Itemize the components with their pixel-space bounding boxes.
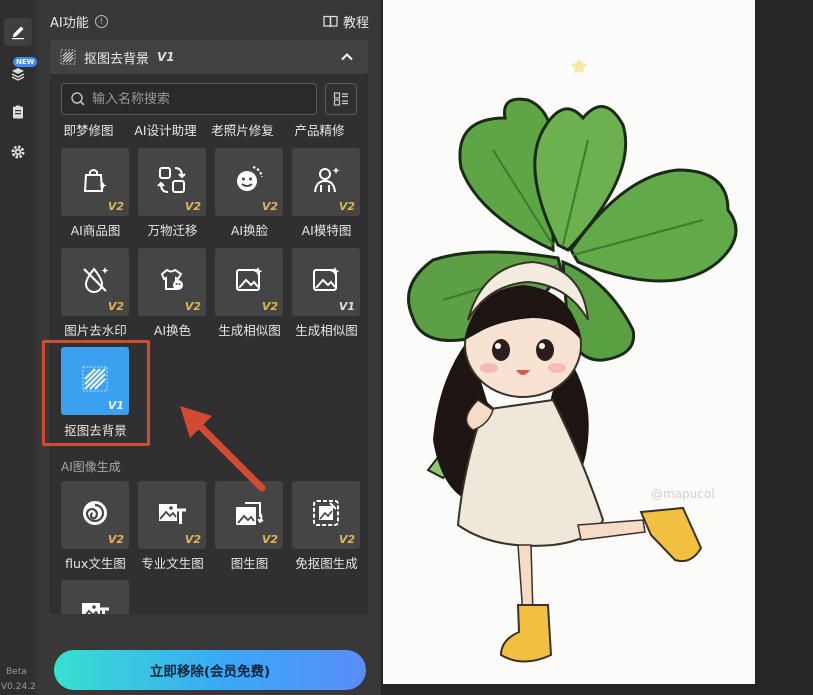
version-tag: V2 bbox=[184, 300, 201, 313]
chevron-up-icon[interactable] bbox=[340, 50, 354, 64]
tool-no-cutout-generation[interactable]: V2 bbox=[292, 481, 360, 549]
tutorial-label: 教程 bbox=[342, 16, 369, 31]
stripes-icon bbox=[60, 49, 76, 65]
tool-recolor[interactable]: V2 bbox=[138, 248, 206, 316]
version-tag: V1 bbox=[338, 300, 355, 313]
highlight-box bbox=[42, 340, 150, 446]
tool-label[interactable]: 图生图 bbox=[211, 553, 288, 572]
version-tag: V2 bbox=[261, 300, 278, 313]
gear-icon bbox=[11, 145, 25, 159]
search-input[interactable] bbox=[92, 91, 312, 107]
canvas-margin bbox=[756, 0, 813, 695]
panel-title: AI功能 bbox=[50, 16, 89, 31]
pencil-icon bbox=[12, 26, 24, 40]
version-tag: V2 bbox=[338, 200, 355, 213]
tool-label[interactable]: 生成相似图 bbox=[211, 320, 288, 339]
tool-pro-text-to-image[interactable]: V2 bbox=[138, 481, 206, 549]
tool-flux-text-to-image[interactable]: V2 bbox=[61, 481, 129, 549]
section-header-cutout[interactable]: 抠图去背景 V1 bbox=[50, 40, 368, 74]
search-icon bbox=[71, 92, 85, 106]
version-tag: V2 bbox=[338, 533, 355, 546]
tool-label[interactable]: 专业文生图 bbox=[134, 553, 211, 572]
tool-label[interactable]: AI设计助理 bbox=[127, 120, 204, 139]
version-label: V0.24.2 bbox=[1, 682, 36, 692]
recolor-icon bbox=[160, 268, 183, 290]
tool-label[interactable]: 万物迁移 bbox=[134, 220, 211, 239]
version-tag: V2 bbox=[261, 533, 278, 546]
section-title: 抠图去背景 bbox=[84, 51, 150, 67]
list-grid-icon bbox=[333, 92, 348, 106]
clover-girl-illustration bbox=[407, 58, 738, 663]
no-cutout-icon bbox=[313, 500, 339, 526]
tool-label[interactable]: 即梦修图 bbox=[50, 120, 127, 139]
tool-label[interactable]: AI模特图 bbox=[288, 220, 365, 239]
tool-label[interactable]: 产品精修 bbox=[281, 120, 358, 139]
list-view-button[interactable] bbox=[325, 83, 357, 115]
swirl-icon bbox=[83, 501, 107, 525]
canvas-image[interactable]: @mapucol bbox=[383, 0, 755, 684]
image-text-icon bbox=[82, 603, 109, 614]
beta-label: Beta bbox=[6, 667, 27, 677]
tool-face-swap[interactable]: V2 bbox=[215, 148, 283, 216]
info-icon[interactable]: ! bbox=[94, 15, 108, 28]
tool-transfer[interactable]: V2 bbox=[138, 148, 206, 216]
clipboard-icon bbox=[13, 105, 23, 119]
version-tag: V2 bbox=[184, 533, 201, 546]
group-title-image-generation: AI图像生成 bbox=[61, 460, 121, 474]
tutorial-link[interactable]: 教程 bbox=[323, 12, 369, 31]
tool-label[interactable]: flux文生图 bbox=[57, 553, 134, 572]
tool-label[interactable]: AI商品图 bbox=[57, 220, 134, 239]
face-swap-icon bbox=[237, 166, 263, 191]
image-sparkle-icon bbox=[313, 267, 340, 291]
image-refresh-icon bbox=[236, 502, 264, 525]
tool-label[interactable]: 免抠图生成 bbox=[288, 553, 365, 572]
tool-label[interactable]: AI换脸 bbox=[211, 220, 288, 239]
tool-ai-model[interactable]: V2 bbox=[292, 148, 360, 216]
tool-label[interactable]: 生成相似图 bbox=[288, 320, 365, 339]
version-tag: V2 bbox=[107, 533, 124, 546]
panel-header: AI功能 ! bbox=[50, 12, 108, 31]
tool-label[interactable]: AI换色 bbox=[134, 320, 211, 339]
tool-label[interactable]: 图片去水印 bbox=[57, 320, 134, 339]
edit-tool-button[interactable] bbox=[4, 18, 32, 46]
watermark-text: @mapucol bbox=[651, 487, 715, 501]
version-tag: V2 bbox=[261, 200, 278, 213]
shopping-bag-icon bbox=[83, 169, 107, 192]
section-version: V1 bbox=[157, 50, 175, 64]
left-toolbar: NEW Beta V0.24.2 bbox=[0, 0, 38, 695]
layers-icon bbox=[11, 68, 25, 81]
tool-similar-image-v1[interactable]: V1 bbox=[292, 248, 360, 316]
image-sparkle-icon bbox=[236, 267, 263, 291]
tool-text-to-image-v1[interactable]: V1 bbox=[61, 580, 129, 614]
search-box[interactable] bbox=[61, 83, 317, 115]
transfer-icon bbox=[157, 167, 186, 193]
new-badge: NEW bbox=[13, 57, 38, 67]
watermark-remove-icon bbox=[83, 267, 109, 293]
model-icon bbox=[314, 167, 340, 193]
image-text-icon bbox=[159, 504, 186, 524]
book-icon bbox=[323, 15, 338, 28]
tool-image-to-image[interactable]: V2 bbox=[215, 481, 283, 549]
tool-ai-product-image[interactable]: V2 bbox=[61, 148, 129, 216]
tool-similar-image-v2[interactable]: V2 bbox=[215, 248, 283, 316]
tool-watermark-remove[interactable]: V2 bbox=[61, 248, 129, 316]
remove-now-button[interactable]: 立即移除(会员免费) bbox=[54, 650, 366, 690]
version-tag: V2 bbox=[184, 200, 201, 213]
version-tag: V2 bbox=[107, 200, 124, 213]
version-tag: V2 bbox=[107, 300, 124, 313]
previous-row-labels: 即梦修图 AI设计助理 老照片修复 产品精修 bbox=[50, 120, 368, 139]
document-tool-button[interactable] bbox=[4, 98, 32, 126]
settings-button[interactable] bbox=[4, 138, 32, 166]
tool-label[interactable]: 老照片修复 bbox=[204, 120, 281, 139]
